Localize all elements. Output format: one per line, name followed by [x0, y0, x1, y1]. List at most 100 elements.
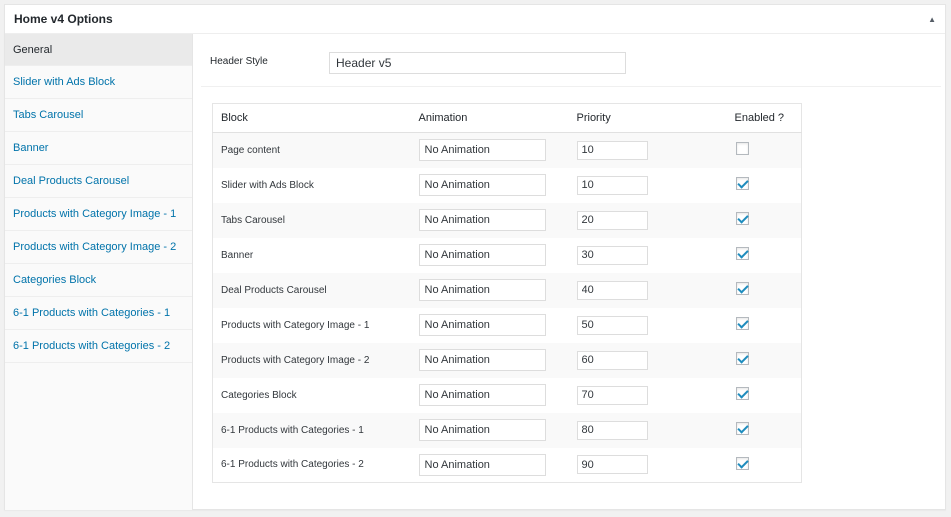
enabled-cell [726, 342, 802, 378]
priority-cell [569, 308, 727, 343]
animation-cell [410, 342, 569, 378]
animation-cell [411, 168, 569, 203]
block-name: Deal Products Carousel [212, 272, 411, 308]
priority-cell [569, 448, 727, 483]
animation-select[interactable] [418, 384, 546, 406]
block-name: Products with Category Image - 2 [212, 342, 411, 378]
priority-input[interactable] [576, 385, 648, 405]
priority-cell [568, 272, 727, 308]
enabled-checkbox[interactable] [735, 456, 749, 470]
table-row: Categories Block [213, 378, 802, 413]
priority-cell [568, 202, 727, 238]
main-content: Header Style Block Animation Priority En… [193, 34, 945, 510]
enabled-cell [727, 448, 802, 483]
sidebar-item[interactable]: General [5, 34, 192, 66]
animation-select[interactable] [418, 349, 546, 371]
block-name: Products with Category Image - 1 [221, 319, 370, 331]
priority-input[interactable] [576, 280, 648, 300]
enabled-cell [727, 378, 802, 413]
sidebar-item[interactable]: 6-1 Products with Categories - 1 [5, 297, 192, 330]
panel-header: Home v4 Options ▲ [5, 5, 945, 34]
table-row: Products with Category Image - 1 [213, 308, 802, 343]
animation-select[interactable] [418, 279, 546, 301]
animation-cell [411, 308, 569, 343]
priority-cell [569, 168, 727, 203]
priority-cell [568, 412, 727, 448]
priority-input[interactable] [576, 175, 648, 195]
sidebar-item[interactable]: 6-1 Products with Categories - 2 [5, 330, 192, 363]
animation-cell [410, 272, 569, 308]
enabled-cell [727, 238, 802, 273]
options-panel: Home v4 Options ▲ General Slider with Ads… [4, 4, 946, 510]
table-body: Page content Slider with Ads Block Tabs Ca… [212, 132, 802, 483]
enabled-cell [726, 272, 802, 308]
enabled-checkbox[interactable] [735, 212, 749, 225]
sidebar-nav: General Slider with Ads Block Tabs Carouse… [5, 34, 193, 510]
block-name: Page content [212, 132, 411, 168]
priority-input[interactable] [576, 210, 648, 230]
sidebar-item[interactable]: Tabs Carousel [5, 99, 192, 132]
header-style-label: Header Style [210, 56, 268, 67]
sidebar-item[interactable]: Categories Block [5, 264, 192, 297]
table-row: Deal Products Carousel [212, 272, 802, 308]
animation-select[interactable] [418, 174, 546, 196]
block-name: Tabs Carousel [212, 202, 411, 238]
enabled-cell [726, 202, 802, 238]
priority-input[interactable] [576, 315, 648, 335]
animation-select[interactable] [418, 453, 546, 476]
enabled-cell [726, 412, 802, 448]
enabled-checkbox[interactable] [735, 387, 749, 400]
enabled-cell [727, 168, 802, 203]
enabled-checkbox[interactable] [735, 422, 749, 435]
sidebar-item[interactable]: Products with Category Image - 2 [5, 231, 192, 264]
collapse-toggle-icon[interactable]: ▲ [928, 15, 936, 24]
priority-input[interactable] [576, 455, 648, 475]
blocks-table: Block Animation Priority Enabled ? Page … [212, 103, 802, 483]
table-row: 6-1 Products with Categories - 1 [212, 412, 802, 448]
enabled-checkbox[interactable] [735, 142, 749, 156]
priority-cell [568, 132, 727, 168]
priority-input[interactable] [576, 420, 648, 440]
table-row: Products with Category Image - 2 [212, 342, 802, 378]
enabled-checkbox[interactable] [735, 317, 749, 330]
priority-input[interactable] [576, 350, 648, 370]
table-row: Page content [212, 132, 802, 168]
animation-select[interactable] [418, 419, 546, 441]
animation-cell [410, 412, 569, 448]
enabled-checkbox[interactable] [735, 247, 749, 260]
enabled-checkbox[interactable] [735, 282, 749, 295]
header-style-input[interactable] [329, 52, 626, 74]
animation-select[interactable] [418, 139, 546, 162]
table-row: Tabs Carousel [212, 202, 802, 238]
animation-select[interactable] [418, 244, 546, 266]
sidebar-item[interactable]: Deal Products Carousel [5, 165, 192, 198]
enabled-checkbox[interactable] [735, 177, 749, 190]
table-row: Banner [213, 238, 802, 273]
priority-cell [569, 238, 727, 273]
priority-input[interactable] [576, 245, 648, 265]
block-name: 6-1 Products with Categories - 2 [221, 459, 364, 471]
sidebar-item[interactable]: Banner [5, 132, 192, 165]
enabled-cell [726, 132, 802, 168]
panel-title: Home v4 Options [14, 12, 113, 26]
enabled-cell [727, 308, 802, 343]
column-header-block: Block [212, 103, 411, 133]
animation-cell [411, 378, 569, 413]
priority-input[interactable] [576, 140, 648, 160]
animation-cell [410, 132, 569, 168]
enabled-checkbox[interactable] [735, 352, 749, 365]
table-header-row: Block Animation Priority Enabled ? [212, 103, 802, 133]
priority-cell [569, 378, 727, 413]
column-header-priority: Priority [568, 103, 727, 133]
block-name: Slider with Ads Block [221, 179, 314, 191]
sidebar-item[interactable]: Products with Category Image - 1 [5, 198, 192, 231]
block-name: 6-1 Products with Categories - 1 [212, 412, 411, 448]
animation-select[interactable] [418, 209, 546, 231]
animation-select[interactable] [418, 314, 546, 336]
block-name: Banner [221, 249, 254, 261]
animation-cell [410, 202, 569, 238]
sidebar-item[interactable]: Slider with Ads Block [5, 66, 192, 99]
table-row: Slider with Ads Block [213, 168, 802, 203]
table-row: 6-1 Products with Categories - 2 [213, 448, 802, 483]
header-style-row: Header Style [201, 34, 941, 87]
